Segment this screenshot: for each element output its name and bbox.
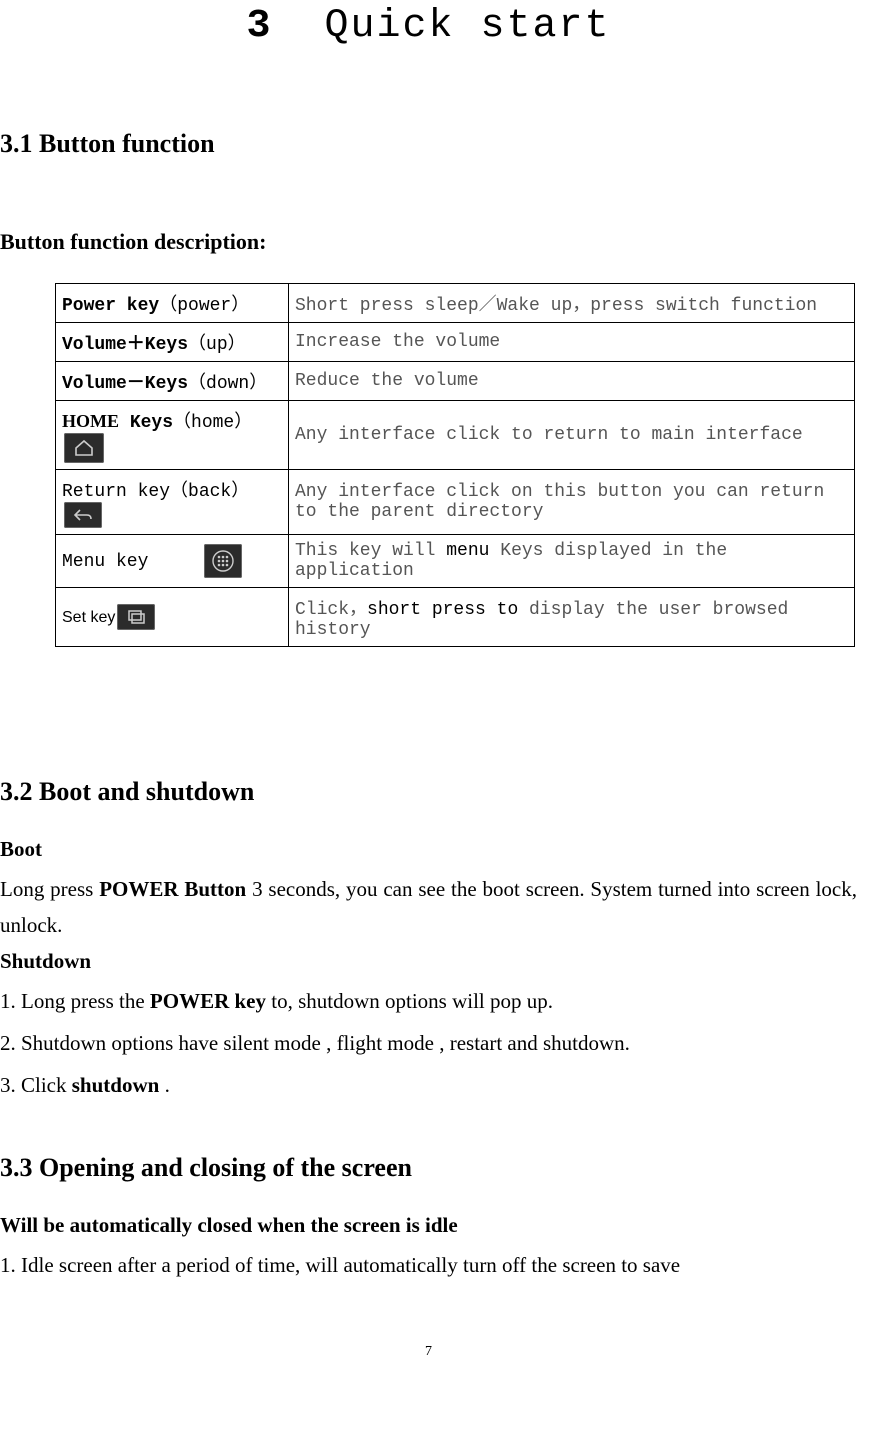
auto-close-line-1: 1. Idle screen after a period of time, w… bbox=[0, 1248, 857, 1284]
cell-label: Menu key bbox=[62, 552, 148, 572]
chapter-name: Quick start bbox=[324, 4, 610, 49]
back-icon bbox=[64, 502, 102, 528]
cell-label-mono: Keys bbox=[130, 413, 173, 433]
cell-paren: （power） bbox=[159, 296, 249, 316]
cell-desc: Reduce the volume bbox=[289, 362, 855, 401]
cell-paren: （home） bbox=[173, 413, 252, 433]
shutdown-line-3: 3. Click shutdown . bbox=[0, 1068, 857, 1104]
cell-desc: Increase the volume bbox=[289, 323, 855, 362]
auto-close-subheading: Will be automatically closed when the sc… bbox=[0, 1213, 857, 1238]
table-row: Power key（power） Short press sleep／Wake … bbox=[56, 284, 855, 323]
table-row: Set key Click，short press to display the… bbox=[56, 588, 855, 647]
cell-desc-bold: short press to bbox=[367, 600, 518, 620]
cell-label: Return key bbox=[62, 482, 170, 502]
page-number: 7 bbox=[0, 1344, 857, 1360]
text-bold: shutdown bbox=[72, 1073, 160, 1097]
boot-paragraph: Long press POWER Button 3 seconds, you c… bbox=[0, 872, 857, 943]
cell-desc-bold: menu bbox=[446, 541, 489, 561]
cell-label: Power key bbox=[62, 296, 159, 316]
section-3-2-heading: 3.2 Boot and shutdown bbox=[0, 777, 857, 807]
chapter-number: 3 bbox=[246, 4, 272, 49]
text-part: to, shutdown options will pop up. bbox=[266, 989, 553, 1013]
cell-desc-pre: This key will bbox=[295, 541, 435, 561]
table-row: Volume－Keys（down） Reduce the volume bbox=[56, 362, 855, 401]
button-function-table: Power key（power） Short press sleep／Wake … bbox=[55, 283, 855, 647]
table-row: Volume＋Keys（up） Increase the volume bbox=[56, 323, 855, 362]
menu-icon bbox=[204, 544, 242, 578]
text-bold: POWER Button bbox=[99, 877, 246, 901]
cell-label: Volume－Keys bbox=[62, 374, 188, 394]
cell-desc: Any interface click on this button you c… bbox=[289, 470, 855, 535]
shutdown-subheading: Shutdown bbox=[0, 949, 857, 974]
cell-desc: Short press sleep／Wake up，press switch f… bbox=[289, 284, 855, 323]
boot-subheading: Boot bbox=[0, 837, 857, 862]
cell-paren: （down） bbox=[188, 374, 267, 394]
text-part: Long press bbox=[0, 877, 99, 901]
cell-label: Volume＋Keys bbox=[62, 335, 188, 355]
shutdown-line-1: 1. Long press the POWER key to, shutdown… bbox=[0, 984, 857, 1020]
home-icon bbox=[64, 433, 104, 463]
table-row: Menu key This key will menu Keys display… bbox=[56, 535, 855, 588]
cell-label: Set key bbox=[62, 609, 115, 626]
button-desc-subheading: Button function description: bbox=[0, 229, 857, 255]
table-row: HOME Keys（home） Any interface click to r… bbox=[56, 401, 855, 470]
cell-paren: （back） bbox=[170, 482, 249, 502]
shutdown-line-2: 2. Shutdown options have silent mode , f… bbox=[0, 1026, 857, 1062]
recent-icon bbox=[117, 604, 155, 630]
section-3-3-heading: 3.3 Opening and closing of the screen bbox=[0, 1153, 857, 1183]
cell-desc: Any interface click to return to main in… bbox=[289, 401, 855, 470]
text-part: . bbox=[159, 1073, 170, 1097]
text-bold: POWER key bbox=[150, 989, 266, 1013]
text-part: 1. Long press the bbox=[0, 989, 150, 1013]
section-3-1-heading: 3.1 Button function bbox=[0, 129, 857, 159]
cell-desc-pre: Click， bbox=[295, 600, 367, 620]
cell-label-serif: HOME bbox=[62, 411, 119, 431]
chapter-title: 3 Quick start bbox=[0, 4, 857, 49]
text-part: 3. Click bbox=[0, 1073, 72, 1097]
cell-paren: （up） bbox=[188, 335, 246, 355]
table-row: Return key（back） Any interface click on … bbox=[56, 470, 855, 535]
